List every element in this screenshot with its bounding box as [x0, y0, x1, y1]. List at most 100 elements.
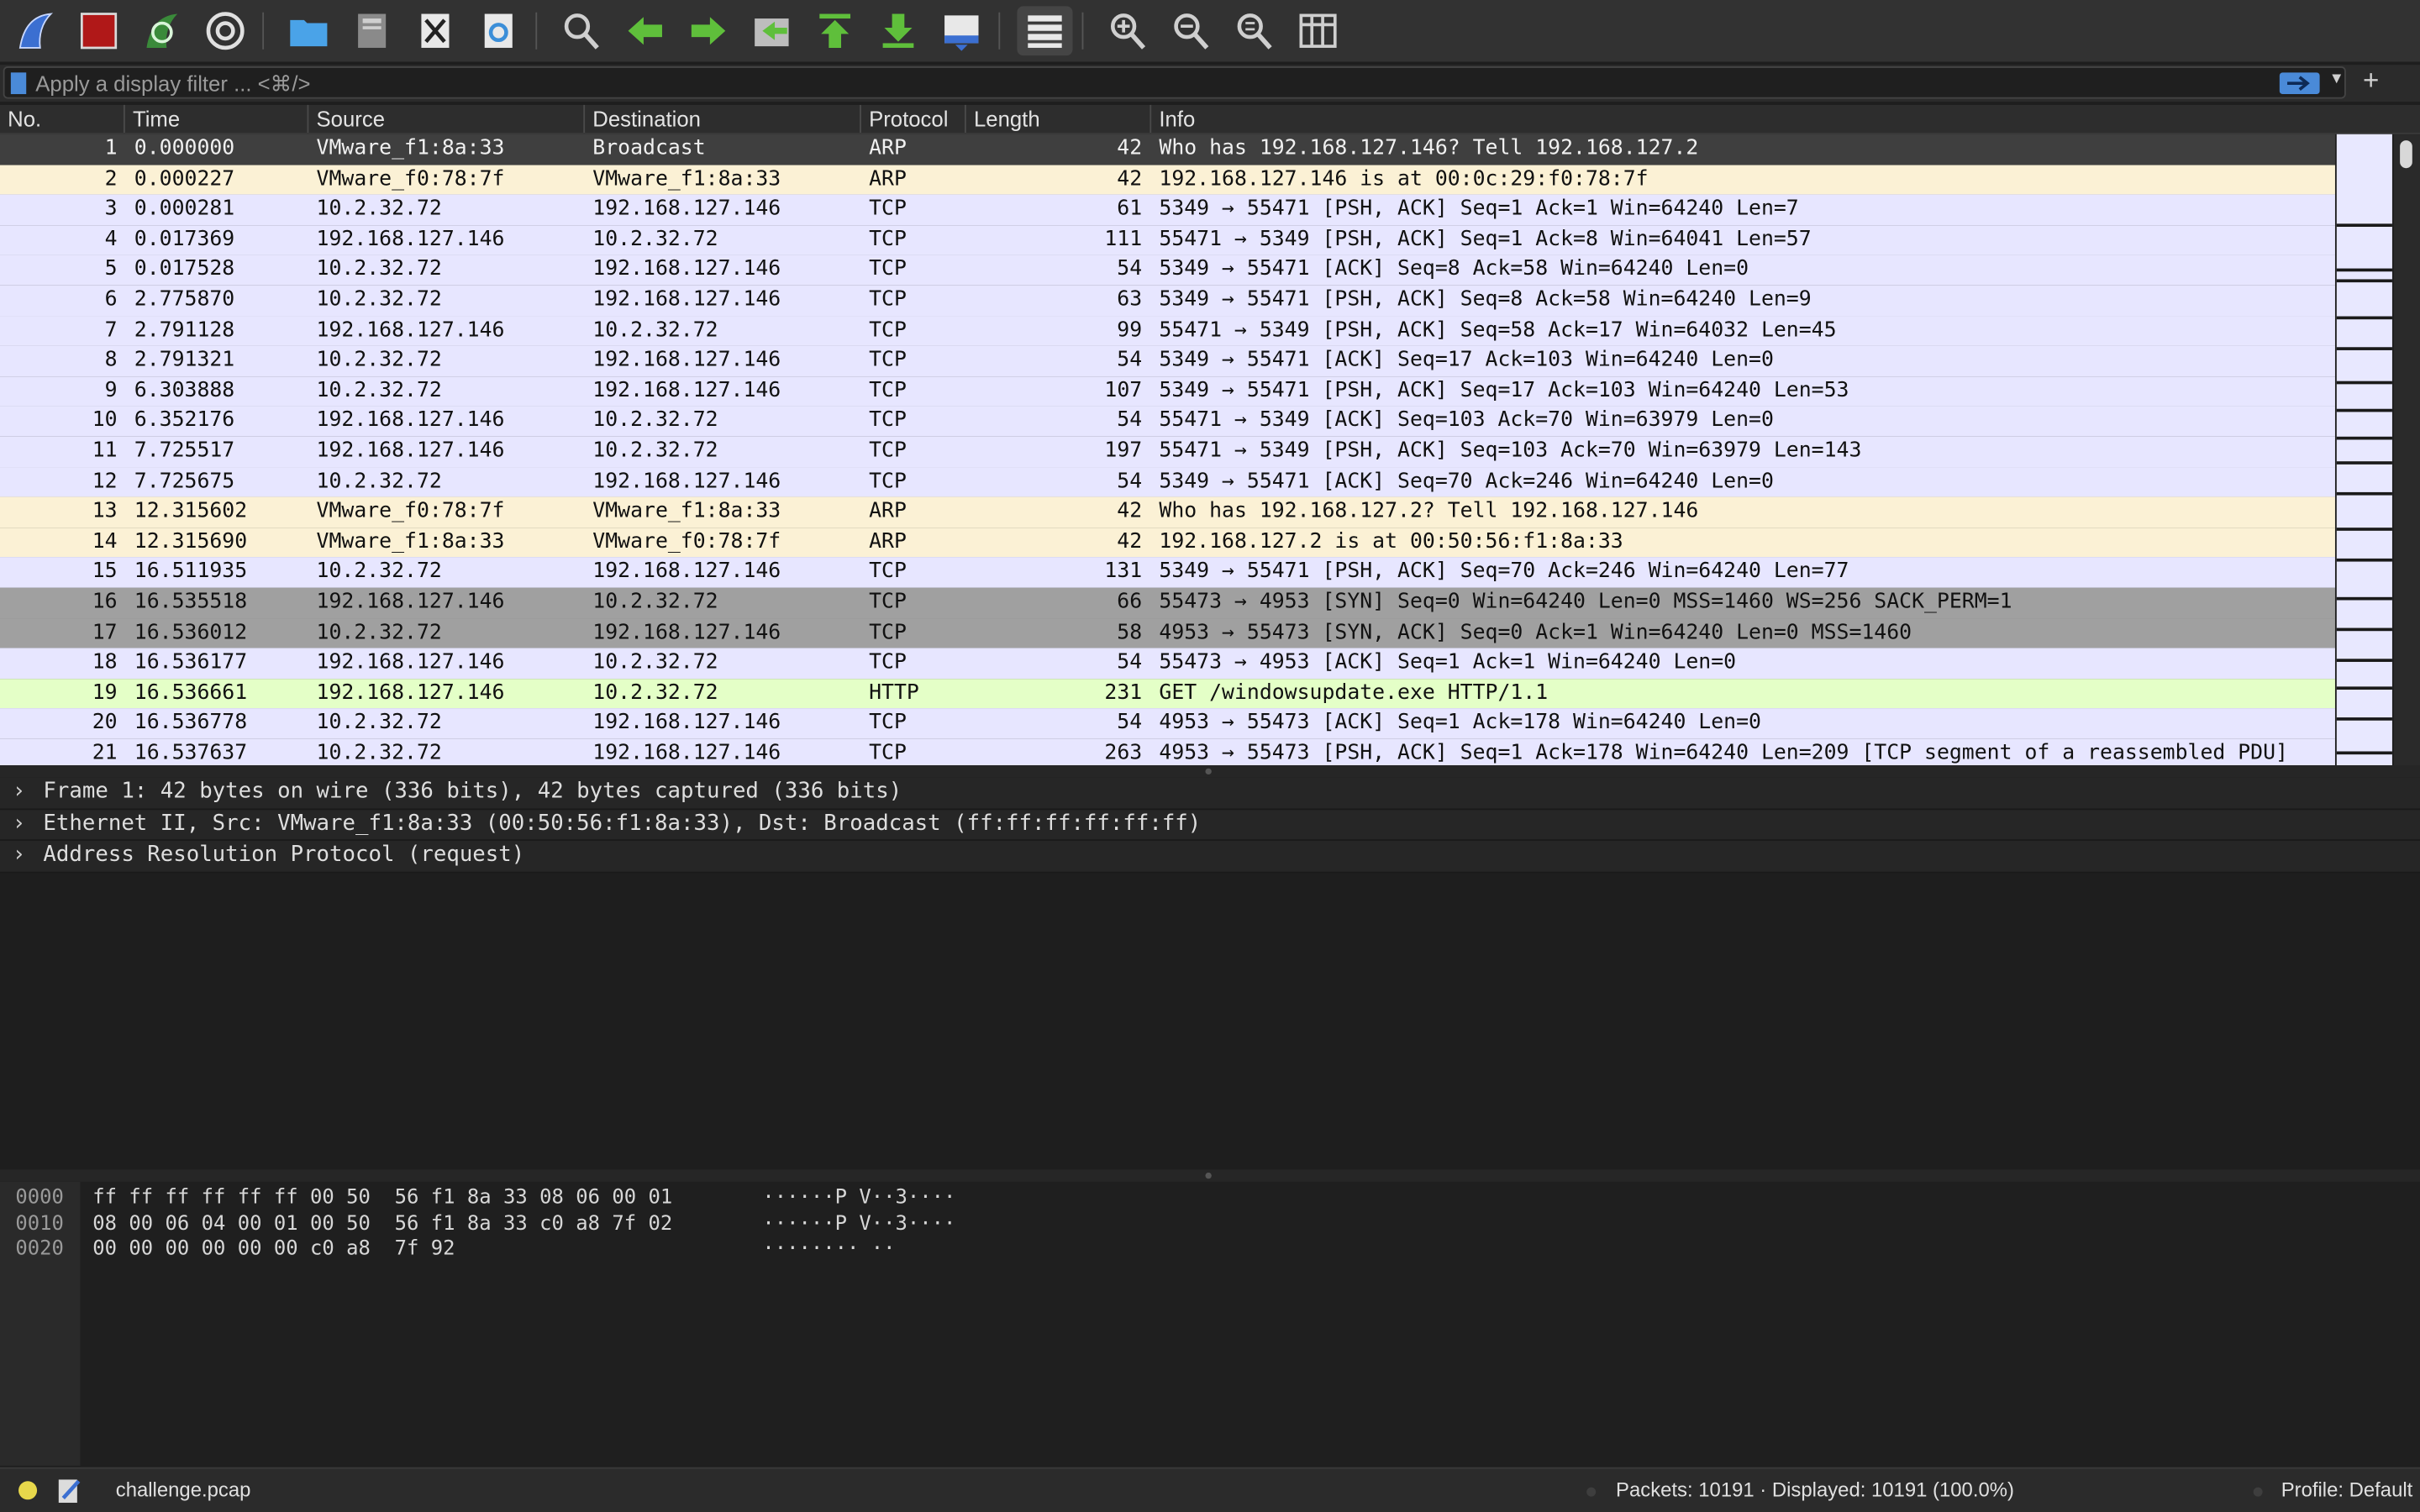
apply-filter-button[interactable] [2279, 72, 2320, 95]
open-file-button[interactable] [281, 6, 336, 55]
restart-capture-icon [146, 13, 178, 48]
packet-list-scrollbar[interactable] [2393, 134, 2420, 766]
packet-protocol: TCP [869, 589, 907, 614]
packet-info: Who has 192.168.127.2? Tell 192.168.127.… [1159, 498, 1699, 523]
packet-length: 54 [1117, 347, 1143, 372]
save-file-button[interactable] [345, 6, 400, 55]
packet-row[interactable]: 10 6.352176 192.168.127.146 10.2.32.72 TCP 54… [0, 406, 2335, 437]
auto-scroll-button[interactable] [934, 6, 989, 55]
hex-bytes[interactable]: 00 00 00 00 00 00 c0 a8 7f 92 [92, 1236, 455, 1262]
packet-details-tree: › Frame 1: 42 bytes on wire (336 bits), 4… [0, 777, 2420, 1170]
reload-file-button[interactable] [471, 6, 526, 55]
packet-row[interactable]: 14 12.315690 VMware_f1:8a:33 VMware_f0:78:7… [0, 527, 2335, 558]
packet-row[interactable]: 12 7.725675 10.2.32.72 192.168.127.146 TCP 54… [0, 466, 2335, 497]
hex-ascii[interactable]: ······P V··3···· [762, 1185, 955, 1211]
go-first-packet-button[interactable] [808, 6, 863, 55]
zoom-out-button[interactable] [1164, 6, 1219, 55]
packet-minimap[interactable] [2336, 134, 2392, 766]
minimap-marker [2336, 558, 2392, 562]
bookmark-icon[interactable] [10, 72, 27, 95]
packet-list-header: No. Time Source Destination Protocol Len… [0, 104, 2420, 134]
find-packet-button[interactable] [554, 6, 609, 55]
restart-capture-button[interactable] [134, 6, 190, 55]
stop-capture-button[interactable] [71, 6, 126, 55]
packet-length: 54 [1117, 407, 1143, 433]
capture-options-button[interactable] [197, 6, 253, 55]
detail-tree-item[interactable]: › Address Resolution Protocol (request) [0, 841, 2420, 874]
column-header-source[interactable]: Source [307, 104, 584, 133]
packet-row[interactable]: 17 16.536012 10.2.32.72 192.168.127.146 TCP 5… [0, 617, 2335, 648]
minimap-marker [2336, 491, 2392, 496]
minimap-marker [2336, 279, 2392, 283]
resize-columns-button[interactable] [1291, 6, 1346, 55]
column-header-length[interactable]: Length [964, 104, 1150, 133]
hex-offset[interactable]: 0010 [15, 1210, 64, 1236]
packet-row[interactable]: 20 16.536778 10.2.32.72 192.168.127.146 TCP 5… [0, 708, 2335, 739]
start-capture-button[interactable] [8, 6, 63, 55]
hex-bytes[interactable]: 08 00 06 04 00 01 00 50 56 f1 8a 33 c0 a… [92, 1210, 672, 1236]
chevron-right-icon[interactable]: › [13, 841, 25, 871]
splitter-handle[interactable] [0, 765, 2420, 778]
profile-status[interactable]: Profile: Default [2281, 1478, 2413, 1502]
packet-row[interactable]: 11 7.725517 192.168.127.146 10.2.32.72 TCP 19… [0, 436, 2335, 467]
detail-tree-item[interactable]: › Frame 1: 42 bytes on wire (336 bits), 4… [0, 777, 2420, 810]
go-to-packet-button[interactable] [744, 6, 799, 55]
close-file-button[interactable] [408, 6, 463, 55]
packet-row[interactable]: 19 16.536661 192.168.127.146 10.2.32.72 HTTP… [0, 678, 2335, 709]
packet-row[interactable]: 9 6.303888 10.2.32.72 192.168.127.146 TCP 107… [0, 375, 2335, 407]
column-header-destination[interactable]: Destination [583, 104, 860, 133]
go-back-button[interactable] [618, 6, 673, 55]
packet-no: 1 [104, 135, 118, 161]
column-header-time[interactable]: Time [123, 104, 308, 133]
detail-tree-item[interactable]: › Ethernet II, Src: VMware_f1:8a:33 (00:5… [0, 809, 2420, 842]
colorize-button[interactable] [1017, 6, 1073, 56]
go-forward-button[interactable] [681, 6, 736, 55]
hex-offset[interactable]: 0000 [15, 1185, 64, 1211]
packet-source: VMware_f1:8a:33 [316, 135, 505, 161]
scrollbar-thumb[interactable] [2400, 140, 2412, 169]
packet-row[interactable]: 7 2.791128 192.168.127.146 10.2.32.72 TCP 99 5… [0, 315, 2335, 346]
go-last-packet-button[interactable] [871, 6, 926, 55]
packet-row[interactable]: 3 0.000281 10.2.32.72 192.168.127.146 TCP 61 5… [0, 194, 2335, 225]
resize-columns-icon [1299, 13, 1337, 48]
display-filter-input[interactable] [35, 67, 2259, 97]
packet-row[interactable]: 18 16.536177 192.168.127.146 10.2.32.72 TCP 5… [0, 648, 2335, 679]
packet-info: 4953 → 55473 [PSH, ACK] Seq=1 Ack=178 Wi… [1159, 740, 2288, 765]
packet-time: 0.017528 [134, 256, 235, 281]
packet-row[interactable]: 4 0.017369 192.168.127.146 10.2.32.72 TCP 111… [0, 224, 2335, 255]
packet-row[interactable]: 15 16.511935 10.2.32.72 192.168.127.146 TCP 1… [0, 557, 2335, 588]
packet-row[interactable]: 16 16.535518 192.168.127.146 10.2.32.72 TCP 6… [0, 587, 2335, 618]
packet-protocol: ARP [869, 498, 907, 523]
chevron-right-icon[interactable]: › [13, 810, 25, 840]
column-header-protocol[interactable]: Protocol [860, 104, 965, 133]
packet-source: 10.2.32.72 [316, 377, 442, 402]
packet-time: 12.315690 [134, 528, 248, 554]
zoom-in-button[interactable] [1101, 6, 1156, 55]
expert-info-indicator-icon[interactable] [18, 1481, 38, 1500]
packet-length: 42 [1117, 165, 1143, 192]
packet-row[interactable]: 13 12.315602 VMware_f0:78:7f VMware_f1:8a:3… [0, 496, 2335, 528]
hex-bytes[interactable]: ff ff ff ff ff ff 00 50 56 f1 8a 33 08 0… [92, 1185, 672, 1211]
packet-length: 263 [1104, 740, 1143, 765]
packet-no: 12 [92, 468, 118, 493]
column-header-info[interactable]: Info [1150, 104, 2420, 133]
hex-ascii[interactable]: ········ ·· [762, 1236, 895, 1262]
packet-row[interactable]: 8 2.791321 10.2.32.72 192.168.127.146 TCP 54 5… [0, 345, 2335, 376]
zoom-reset-button[interactable] [1227, 6, 1282, 55]
add-filter-button[interactable]: + [2363, 65, 2379, 97]
packet-protocol: TCP [869, 438, 907, 463]
packet-source: 10.2.32.72 [316, 619, 442, 644]
packet-row[interactable]: 21 16.537637 10.2.32.72 192.168.127.146 TCP 2… [0, 738, 2335, 766]
capture-comment-icon[interactable] [57, 1477, 82, 1504]
column-header-no[interactable]: No. [0, 105, 124, 133]
hex-offset[interactable]: 0020 [15, 1236, 64, 1262]
hex-ascii[interactable]: ······P V··3···· [762, 1210, 955, 1236]
chevron-right-icon[interactable]: › [13, 778, 25, 808]
filter-history-dropdown[interactable]: ▼ [2329, 71, 2344, 87]
packet-row[interactable]: 1 0.000000 VMware_f1:8a:33 Broadcast ARP 42 Wh… [0, 134, 2335, 165]
packet-row[interactable]: 6 2.775870 10.2.32.72 192.168.127.146 TCP 63 5… [0, 285, 2335, 316]
packet-no: 7 [104, 317, 118, 342]
packet-row[interactable]: 2 0.000227 VMware_f0:78:7f VMware_f1:8a:33 A… [0, 164, 2335, 195]
splitter-handle[interactable] [0, 1169, 2420, 1182]
packet-row[interactable]: 5 0.017528 10.2.32.72 192.168.127.146 TCP 54 5… [0, 255, 2335, 286]
